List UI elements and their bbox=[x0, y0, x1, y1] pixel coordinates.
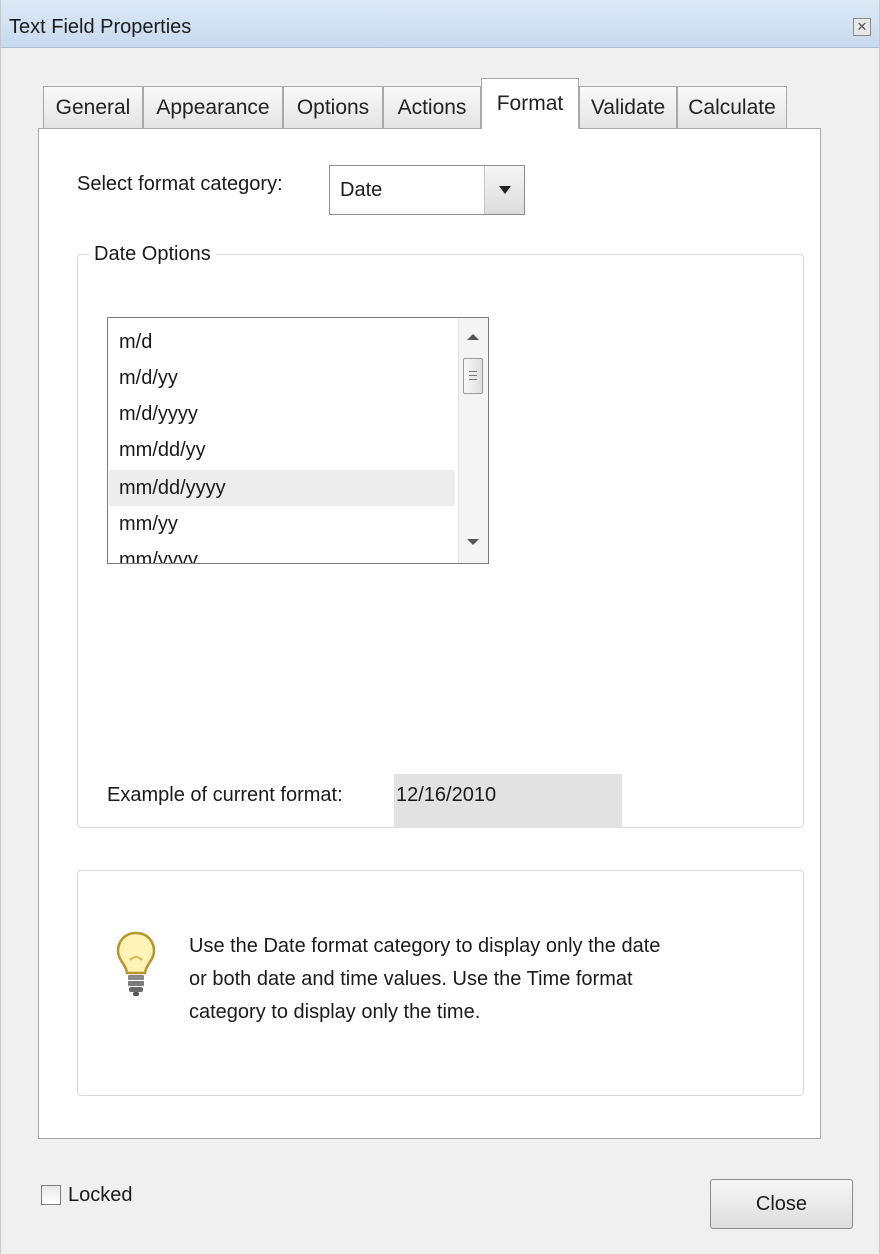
close-button[interactable]: Close bbox=[710, 1179, 853, 1229]
title-bar: Text Field Properties ✕ bbox=[1, 0, 879, 48]
list-item[interactable]: mm/yyyy bbox=[109, 542, 455, 563]
list-item[interactable]: mm/yy bbox=[109, 506, 455, 542]
info-line: or both date and time values. Use the Ti… bbox=[189, 968, 633, 990]
scroll-down-arrow-icon[interactable] bbox=[467, 539, 479, 545]
format-category-value: Date bbox=[340, 179, 383, 201]
window-title: Text Field Properties bbox=[9, 16, 192, 38]
list-item-selected[interactable]: mm/dd/yyyy bbox=[109, 470, 455, 506]
tab-format[interactable]: Format bbox=[481, 78, 579, 129]
tab-options[interactable]: Options bbox=[283, 86, 383, 128]
date-options-legend: Date Options bbox=[89, 243, 216, 266]
info-line: Use the Date format category to display … bbox=[189, 935, 661, 957]
example-format-label: Example of current format: bbox=[107, 784, 343, 806]
tab-validate[interactable]: Validate bbox=[579, 86, 677, 128]
list-item[interactable]: mm/dd/yy bbox=[109, 432, 455, 468]
list-scrollbar[interactable] bbox=[458, 318, 488, 563]
locked-checkbox[interactable] bbox=[41, 1185, 61, 1205]
locked-label[interactable]: Locked bbox=[68, 1184, 133, 1207]
dialog-window: Text Field Properties ✕ General Appearan… bbox=[0, 0, 880, 1254]
close-icon[interactable]: ✕ bbox=[853, 18, 871, 36]
example-format-value: 12/16/2010 bbox=[394, 774, 622, 828]
scroll-thumb[interactable] bbox=[463, 358, 483, 394]
tab-actions[interactable]: Actions bbox=[383, 86, 481, 128]
list-item[interactable]: m/d/yyyy bbox=[109, 396, 455, 432]
tab-general[interactable]: General bbox=[43, 86, 143, 128]
info-text: Use the Date format category to display … bbox=[189, 930, 749, 1029]
list-item[interactable]: m/d/yy bbox=[109, 360, 455, 396]
info-line: category to display only the time. bbox=[189, 1001, 481, 1023]
scroll-up-arrow-icon[interactable] bbox=[467, 334, 479, 340]
lightbulb-icon bbox=[116, 931, 156, 996]
chevron-down-icon[interactable] bbox=[484, 166, 524, 214]
list-item[interactable]: m/d bbox=[109, 324, 455, 360]
format-category-select[interactable]: Date bbox=[329, 165, 525, 215]
tab-appearance[interactable]: Appearance bbox=[143, 86, 283, 128]
format-category-label: Select format category: bbox=[77, 173, 283, 195]
date-format-list[interactable]: m/d m/d/yy m/d/yyyy mm/dd/yy mm/dd/yyyy … bbox=[107, 317, 489, 564]
tab-calculate[interactable]: Calculate bbox=[677, 86, 787, 128]
